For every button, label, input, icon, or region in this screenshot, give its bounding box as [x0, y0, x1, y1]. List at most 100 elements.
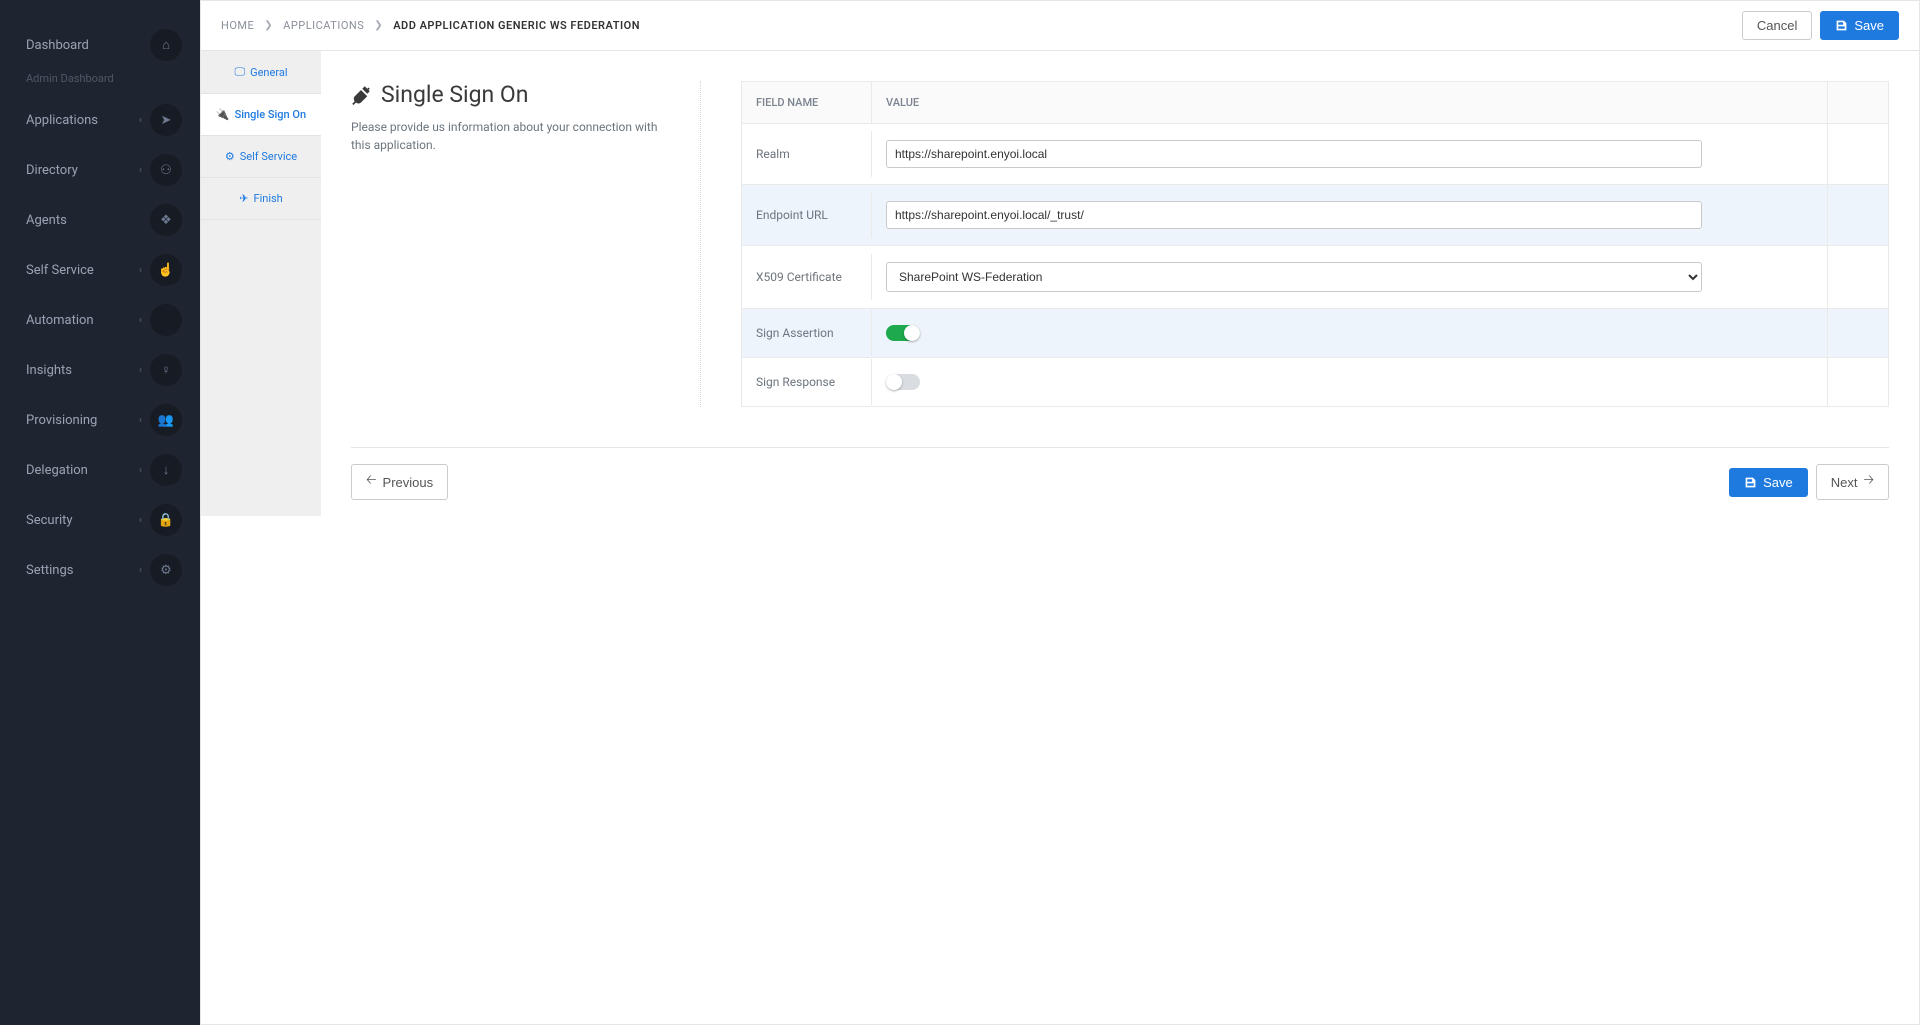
field-value: SharePoint WS-Federation [872, 246, 1828, 308]
table-row: Endpoint URL [742, 184, 1888, 245]
tab-general[interactable]: 🖵 General [201, 51, 321, 94]
breadcrumb-home[interactable]: HOME [221, 19, 254, 32]
table-row: Sign Assertion [742, 308, 1888, 357]
chevron-left-icon: ‹ [139, 265, 142, 276]
lock-icon: 🔒 [150, 504, 182, 536]
sidebar-item-agents[interactable]: Agents❖ [0, 195, 200, 245]
field-label: Realm [742, 131, 872, 177]
chevron-left-icon: ‹ [139, 515, 142, 526]
sidebar-item-label: Dashboard [26, 38, 150, 53]
chevron-left-icon: ‹ [139, 415, 142, 426]
home-icon: ⌂ [150, 29, 182, 61]
save-icon [1744, 476, 1757, 489]
field-label: Sign Response [742, 359, 872, 405]
table-row: X509 Certificate SharePoint WS-Federation [742, 245, 1888, 308]
content: 🖵 General 🔌Single Sign On ⚙ Self Service ✈Fin… [201, 51, 1919, 516]
page-description: Please provide us information about your… [351, 118, 670, 154]
tab-self-service[interactable]: ⚙ Self Service [201, 136, 321, 178]
code-icon [150, 304, 182, 336]
field-action [1828, 261, 1888, 293]
x509-certificate-select[interactable]: SharePoint WS-Federation [886, 262, 1702, 292]
tab-label: Single Sign On [235, 108, 307, 121]
field-label: Sign Assertion [742, 310, 872, 356]
sign-response-toggle[interactable] [886, 374, 920, 390]
tab-label: Self Service [240, 150, 297, 163]
table-header: FIELD NAME VALUE [742, 82, 1888, 123]
table-header-field: FIELD NAME [742, 82, 872, 123]
table-header-action [1828, 89, 1888, 117]
sidebar-item-label: Applications [26, 113, 139, 128]
cancel-button[interactable]: Cancel [1742, 11, 1812, 40]
cogs-icon: ⚙ [225, 150, 235, 163]
sidebar-item-label: Agents [26, 213, 150, 228]
field-value [872, 358, 1828, 406]
sidebar-item-applications[interactable]: Applications‹➤ [0, 95, 200, 145]
cubes-icon: ❖ [150, 204, 182, 236]
field-value [872, 309, 1828, 357]
panel-footer: 🡠 Previous Save Next 🡢 [351, 447, 1889, 516]
table-row: Sign Response [742, 357, 1888, 406]
page-title-text: Single Sign On [381, 81, 528, 108]
sitemap-icon: ⚇ [150, 154, 182, 186]
plug-icon [351, 85, 371, 105]
sidebar-item-label: Provisioning [26, 413, 139, 428]
form-table: FIELD NAME VALUE Realm Endpoint URL X509 C… [741, 81, 1889, 407]
tab-label: General [250, 66, 287, 79]
main: HOME ❯ APPLICATIONS ❯ ADD APPLICATION GE… [200, 0, 1920, 1025]
chevron-left-icon: ‹ [139, 115, 142, 126]
endpoint-url-input[interactable] [886, 201, 1702, 229]
sidebar-item-security[interactable]: Security‹🔒 [0, 495, 200, 545]
table-row: Realm [742, 123, 1888, 184]
sidebar-item-self-service[interactable]: Self Service‹☝ [0, 245, 200, 295]
sidebar-item-automation[interactable]: Automation‹ [0, 295, 200, 345]
lightbulb-icon: ♀ [150, 354, 182, 386]
panel: Single Sign On Please provide us informa… [321, 51, 1919, 516]
save-icon [1835, 19, 1848, 32]
sidebar-item-directory[interactable]: Directory‹ ⚇ [0, 145, 200, 195]
sidebar-item-delegation[interactable]: Delegation‹↓ [0, 445, 200, 495]
sidebar-item-insights[interactable]: Insights‹♀ [0, 345, 200, 395]
arrow-down-icon: ↓ [150, 454, 182, 486]
users-icon: 👥 [150, 404, 182, 436]
sidebar-item-dashboard[interactable]: Dashboard⌂ [0, 20, 200, 70]
sidebar-item-label: Directory [26, 163, 139, 178]
sidebar-item-label: Self Service [26, 263, 139, 278]
realm-input[interactable] [886, 140, 1702, 168]
previous-button-label: Previous [383, 475, 434, 490]
sidebar-item-label: Settings [26, 563, 139, 578]
tab-single-sign-on[interactable]: 🔌Single Sign On [201, 94, 321, 136]
breadcrumb-applications[interactable]: APPLICATIONS [283, 19, 364, 32]
chevron-left-icon: ‹ [139, 165, 142, 176]
next-button-label: Next [1831, 475, 1858, 490]
sidebar-item-provisioning[interactable]: Provisioning‹ 👥 [0, 395, 200, 445]
step-tabs: 🖵 General 🔌Single Sign On ⚙ Self Service ✈Fin… [201, 51, 321, 516]
arrow-right-icon: 🡢 [1863, 471, 1874, 493]
save-button-label: Save [1854, 18, 1884, 33]
field-label: Endpoint URL [742, 192, 872, 238]
table-header-value: VALUE [872, 82, 1828, 123]
arrow-left-icon: 🡠 [366, 471, 377, 493]
save-button-bottom[interactable]: Save [1729, 468, 1808, 497]
field-action [1828, 366, 1888, 398]
next-button[interactable]: Next 🡢 [1816, 464, 1889, 500]
field-value [872, 185, 1828, 245]
chevron-left-icon: ‹ [139, 565, 142, 576]
save-button-top[interactable]: Save [1820, 11, 1899, 40]
sign-assertion-toggle[interactable] [886, 325, 920, 341]
chevron-right-icon: ❯ [264, 20, 273, 31]
sidebar-item-settings[interactable]: Settings‹ ⚙ [0, 545, 200, 595]
field-action [1828, 138, 1888, 170]
page-title: Single Sign On [351, 81, 670, 108]
sidebar-subtitle: Admin Dashboard [0, 70, 200, 95]
sidebar-item-label: Delegation [26, 463, 139, 478]
chevron-left-icon: ‹ [139, 315, 142, 326]
topbar: HOME ❯ APPLICATIONS ❯ ADD APPLICATION GE… [201, 1, 1919, 51]
monitor-icon: 🖵 [234, 65, 245, 79]
tab-finish[interactable]: ✈Finish [201, 178, 321, 220]
previous-button[interactable]: 🡠 Previous [351, 464, 448, 500]
gear-icon: ⚙ [150, 554, 182, 586]
breadcrumb-current: ADD APPLICATION GENERIC WS FEDERATION [393, 19, 640, 32]
breadcrumb: HOME ❯ APPLICATIONS ❯ ADD APPLICATION GE… [221, 19, 1742, 32]
chevron-left-icon: ‹ [139, 365, 142, 376]
field-label: X509 Certificate [742, 254, 872, 300]
